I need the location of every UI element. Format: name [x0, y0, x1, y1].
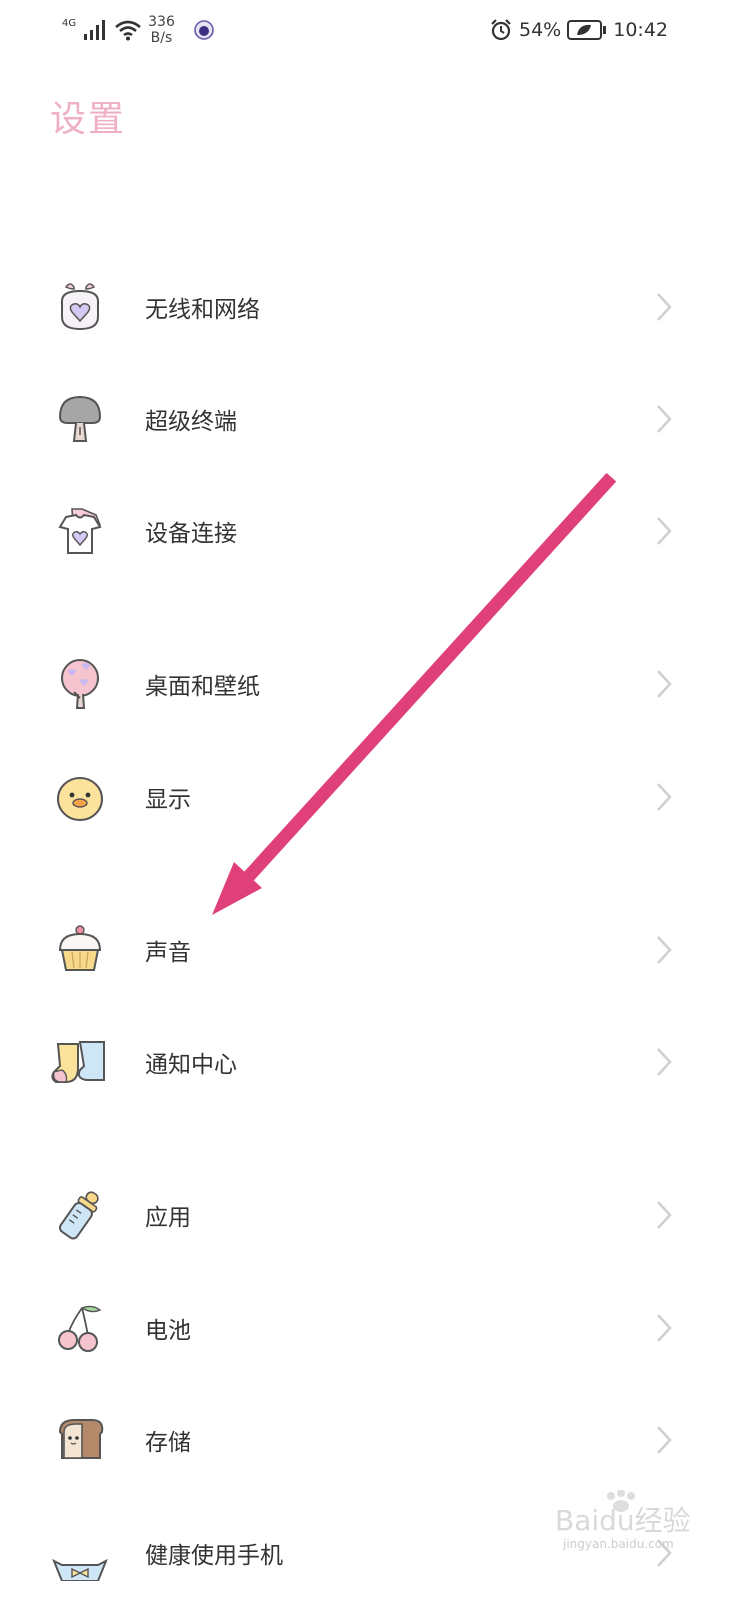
chevron-right-icon [657, 517, 672, 545]
settings-item-label: 桌面和壁纸 [145, 674, 260, 700]
chevron-right-icon [657, 783, 672, 811]
app-notification-icon [194, 20, 214, 40]
chevron-right-icon [657, 405, 672, 433]
watermark-text: Baidu经验 [555, 1504, 691, 1537]
status-bar: 4G 336 B/s 54% 10:42 [0, 0, 738, 62]
tshirt-icon [50, 501, 110, 561]
chick-face-icon [50, 767, 110, 827]
chevron-right-icon [657, 1201, 672, 1229]
settings-item-device-connection[interactable]: 设备连接 [0, 475, 738, 587]
settings-item-super-terminal[interactable]: 超级终端 [0, 363, 738, 475]
battery-icon [567, 19, 607, 41]
speed-unit: B/s [150, 30, 173, 46]
cherries-icon [50, 1298, 110, 1358]
chevron-right-icon [657, 293, 672, 321]
heart-tree-icon [50, 654, 110, 714]
network-type: 4G [62, 17, 77, 29]
settings-item-label: 电池 [145, 1318, 191, 1344]
settings-item-label: 显示 [145, 787, 191, 813]
socks-icon [50, 1032, 110, 1092]
settings-item-label: 无线和网络 [145, 297, 260, 323]
network-speed: 336 B/s [148, 14, 175, 46]
settings-item-wireless-network[interactable]: 无线和网络 [0, 251, 738, 363]
chevron-right-icon [657, 1048, 672, 1076]
clock: 10:42 [613, 19, 668, 41]
signal-icon [84, 20, 106, 40]
settings-item-apps[interactable]: 应用 [0, 1159, 738, 1271]
settings-item-storage[interactable]: 存储 [0, 1384, 738, 1496]
heart-bag-icon [50, 277, 110, 337]
speed-value: 336 [148, 14, 175, 30]
bow-candy-icon [50, 1523, 110, 1583]
settings-item-display[interactable]: 显示 [0, 741, 738, 853]
settings-item-label: 超级终端 [145, 409, 237, 435]
toast-icon [50, 1410, 110, 1470]
settings-item-label: 应用 [145, 1205, 191, 1231]
baby-bottle-icon [50, 1185, 110, 1245]
baidu-jingyan-watermark: Baidu经验 jingyan.baidu.com [555, 1490, 691, 1551]
chevron-right-icon [657, 1426, 672, 1454]
chevron-right-icon [657, 936, 672, 964]
watermark-sub: jingyan.baidu.com [562, 1537, 674, 1551]
settings-item-label: 通知中心 [145, 1052, 237, 1078]
settings-item-desktop-wallpaper[interactable]: 桌面和壁纸 [0, 628, 738, 740]
page-title: 设置 [50, 99, 127, 140]
battery-percent: 54% [519, 19, 562, 41]
settings-item-label: 健康使用手机 [145, 1543, 283, 1569]
wifi-icon [115, 20, 141, 41]
mushroom-tree-icon [50, 389, 110, 449]
settings-item-label: 存储 [145, 1430, 191, 1456]
cupcake-icon [50, 920, 110, 980]
settings-item-battery[interactable]: 电池 [0, 1272, 738, 1384]
settings-item-label: 设备连接 [145, 521, 237, 547]
settings-item-label: 声音 [145, 940, 191, 966]
chevron-right-icon [657, 1314, 672, 1342]
settings-item-sound[interactable]: 声音 [0, 894, 738, 1006]
chevron-right-icon [657, 670, 672, 698]
settings-item-notification-center[interactable]: 通知中心 [0, 1006, 738, 1118]
alarm-icon [491, 19, 511, 41]
